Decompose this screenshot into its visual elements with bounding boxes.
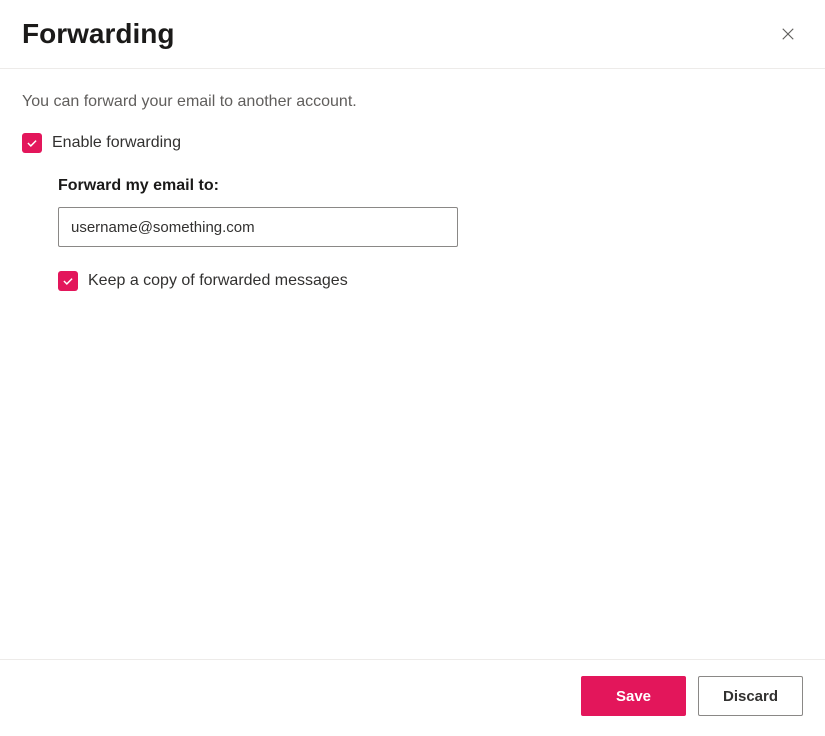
enable-forwarding-checkbox[interactable]	[22, 133, 42, 153]
forwarding-description: You can forward your email to another ac…	[22, 93, 803, 111]
check-icon	[25, 136, 39, 150]
check-icon	[61, 274, 75, 288]
keep-copy-label: Keep a copy of forwarded messages	[88, 272, 348, 290]
enable-forwarding-row: Enable forwarding	[22, 133, 803, 153]
close-icon	[779, 25, 797, 43]
keep-copy-checkbox[interactable]	[58, 271, 78, 291]
save-button[interactable]: Save	[581, 676, 686, 716]
page-title: Forwarding	[22, 18, 174, 50]
enable-forwarding-label: Enable forwarding	[52, 134, 181, 152]
forward-to-label: Forward my email to:	[58, 177, 803, 195]
keep-copy-row: Keep a copy of forwarded messages	[58, 271, 803, 291]
forwarding-sub-section: Forward my email to: Keep a copy of forw…	[58, 177, 803, 291]
forward-to-input[interactable]	[58, 207, 458, 247]
discard-button[interactable]: Discard	[698, 676, 803, 716]
close-button[interactable]	[773, 19, 803, 49]
dialog-footer: Save Discard	[0, 659, 825, 736]
dialog-header: Forwarding	[0, 0, 825, 69]
dialog-content: You can forward your email to another ac…	[0, 69, 825, 659]
